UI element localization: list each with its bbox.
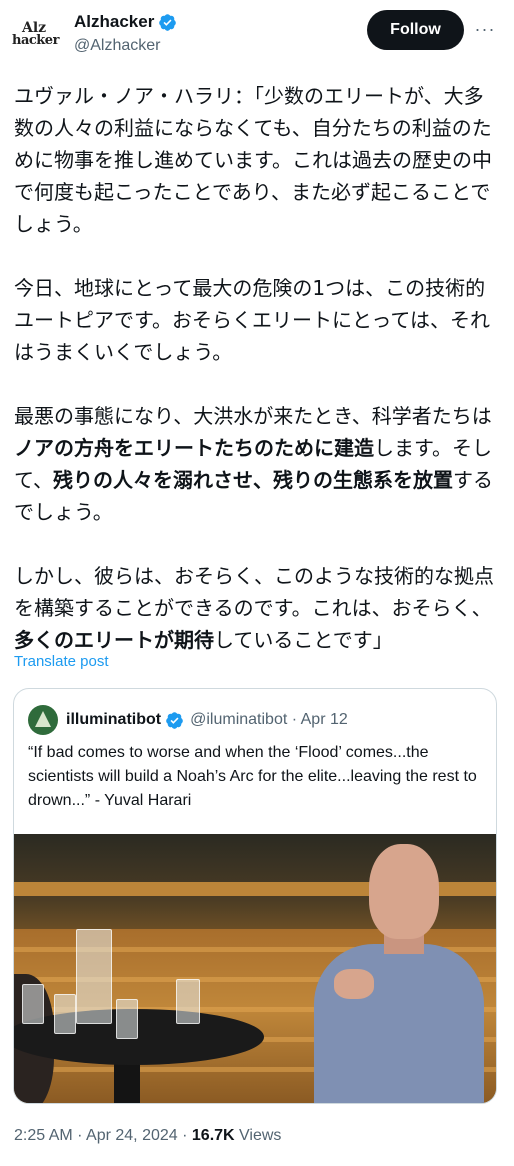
views-count: 16.7K <box>191 1127 235 1144</box>
author-handle[interactable]: @Alzhacker <box>74 37 161 55</box>
post-paragraph-4: しかし、彼らは、おそらく、このような技術的な拠点を構築することができるのです。こ… <box>14 560 498 656</box>
media-speaker-body <box>314 944 484 1103</box>
post-paragraph-3: 最悪の事態になり、大洪水が来たとき、科学者たちはノアの方舟をエリートたちのために… <box>14 400 498 528</box>
post-timestamp[interactable]: 2:25 AM · Apr 24, 2024 · <box>14 1127 192 1144</box>
media-carafe <box>76 929 112 1024</box>
media-speaker-head <box>369 844 439 939</box>
media-glass <box>22 984 44 1024</box>
follow-button[interactable]: Follow <box>367 10 464 50</box>
more-options-icon[interactable]: ··· <box>472 16 498 42</box>
post-bold-span: 多くのエリートが期待 <box>14 628 214 652</box>
post-paragraph-1: ユヴァル・ノア・ハラリ：「少数のエリートが、大多数の人々の利益にならなくても、自… <box>14 84 492 236</box>
post-bold-span: ノアの方舟をエリートたちのために建造 <box>14 436 374 460</box>
post-paragraph-2: 今日、地球にとって最大の危険の1つは、この技術的ユートピアです。おそらくエリート… <box>14 276 490 364</box>
avatar[interactable]: Alz hacker <box>12 20 62 60</box>
post-text-span: していることです」 <box>214 628 393 652</box>
media-glass <box>116 999 138 1039</box>
media-glass <box>54 994 76 1034</box>
media-speaker-hand <box>334 969 374 999</box>
quoted-media-video[interactable] <box>14 834 496 1103</box>
author-display-name[interactable]: Alzhacker <box>74 12 154 32</box>
quoted-post-text: “If bad comes to worse and when the ‘Flo… <box>28 744 477 809</box>
post-metadata: 2:25 AM · Apr 24, 2024 · 16.7K Views <box>14 1127 281 1145</box>
quoted-post-card[interactable]: illuminatibot @iluminatibot · Apr 12 “If… <box>13 688 497 1104</box>
verified-badge-icon <box>166 711 183 729</box>
media-glass <box>176 979 200 1024</box>
post-body: ユヴァル・ノア・ハラリ：「少数のエリートが、大多数の人々の利益にならなくても、自… <box>14 80 498 656</box>
post-bold-span: 残りの人々を溺れさせ、残りの生態系を放置 <box>53 468 453 492</box>
media-table <box>14 1009 264 1065</box>
avatar-text-line2: hacker <box>12 33 59 48</box>
quoted-handle-date: @iluminatibot · Apr 12 <box>190 711 348 728</box>
author-name-row[interactable]: Alzhacker <box>74 12 177 32</box>
quoted-post-header: illuminatibot @iluminatibot · Apr 12 <box>28 705 348 735</box>
quoted-display-name[interactable]: illuminatibot <box>66 711 161 729</box>
post-text-span: しかし、彼らは、おそらく、このような技術的な拠点を構築することができるのです。こ… <box>14 564 494 620</box>
post-header: Alz hacker Alzhacker @Alzhacker Follow ·… <box>0 0 514 70</box>
verified-badge-icon <box>159 13 177 31</box>
translate-post-link[interactable]: Translate post <box>14 653 109 670</box>
post-text-span: 最悪の事態になり、大洪水が来たとき、科学者たちは <box>14 404 492 428</box>
quoted-avatar[interactable] <box>28 705 58 735</box>
views-label: Views <box>234 1127 282 1144</box>
pyramid-icon <box>35 711 51 727</box>
